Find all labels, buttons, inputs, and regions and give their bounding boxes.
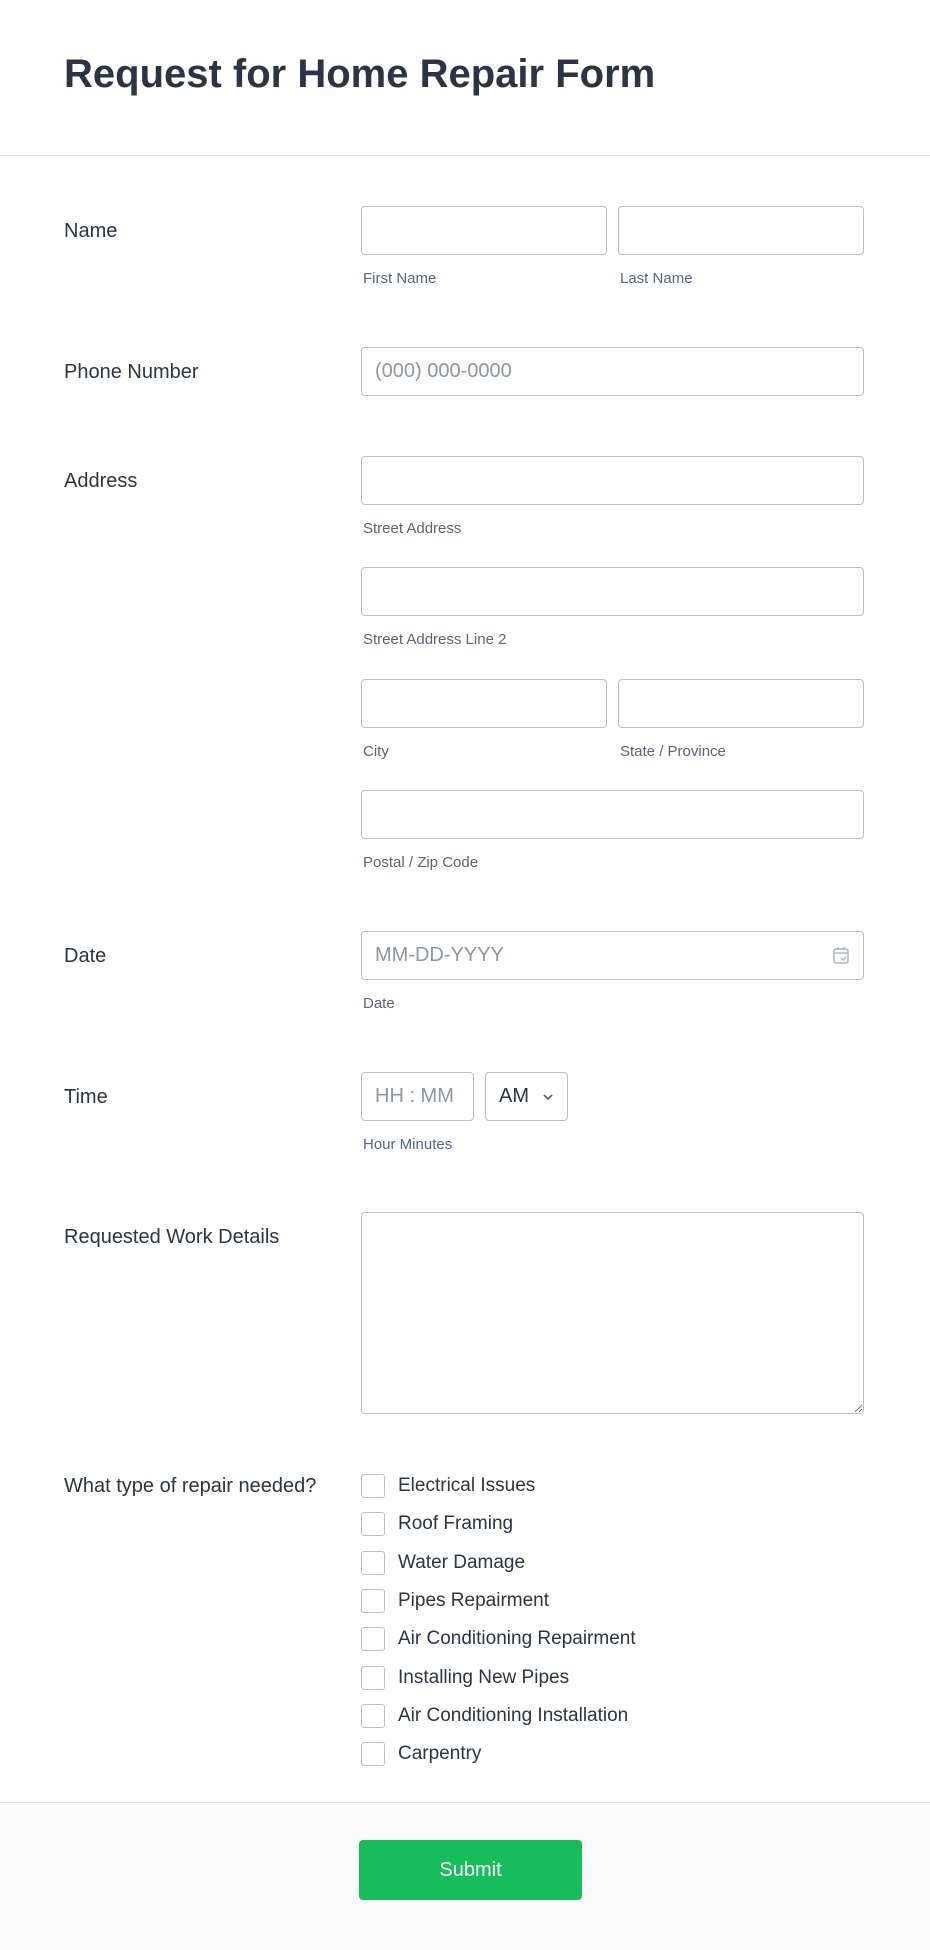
checkbox[interactable]	[361, 1627, 385, 1652]
city-sublabel: City	[363, 743, 389, 760]
street-address-sublabel: Street Address	[363, 520, 462, 537]
checkbox-label[interactable]: Air Conditioning Repairment	[398, 1628, 636, 1650]
repair-label: What type of repair needed?	[64, 1475, 317, 1497]
date-input[interactable]	[361, 931, 864, 980]
state-input[interactable]	[618, 679, 864, 728]
time-label: Time	[64, 1086, 108, 1108]
phone-label: Phone Number	[64, 361, 199, 383]
checkbox[interactable]	[361, 1474, 385, 1498]
street-address-line2-input[interactable]	[361, 567, 864, 616]
submit-button[interactable]: Submit	[359, 1840, 582, 1900]
checkbox[interactable]	[361, 1550, 385, 1575]
checkbox-label[interactable]: Pipes Repairment	[398, 1590, 549, 1612]
zip-sublabel: Postal / Zip Code	[363, 854, 479, 871]
checkbox-label[interactable]: Air Conditioning Installation	[398, 1705, 628, 1727]
first-name-sublabel: First Name	[363, 270, 437, 287]
checkbox-label[interactable]: Water Damage	[398, 1552, 525, 1574]
ampm-select[interactable]: AM	[485, 1072, 568, 1121]
checkbox[interactable]	[361, 1665, 385, 1690]
chevron-down-icon	[543, 1093, 553, 1100]
last-name-sublabel: Last Name	[620, 270, 693, 287]
page-title: Request for Home Repair Form	[64, 52, 656, 96]
checkbox[interactable]	[361, 1512, 385, 1537]
name-label: Name	[64, 220, 118, 242]
header-divider	[0, 155, 930, 156]
checkbox[interactable]	[361, 1588, 385, 1613]
checkbox[interactable]	[361, 1703, 385, 1728]
phone-input[interactable]	[361, 347, 864, 396]
footer-divider	[0, 1802, 930, 1803]
date-label: Date	[64, 945, 107, 967]
date-sublabel: Date	[363, 995, 395, 1012]
details-label: Requested Work Details	[64, 1226, 280, 1248]
city-input[interactable]	[361, 679, 607, 728]
details-textarea[interactable]	[361, 1212, 864, 1414]
checkbox-label[interactable]: Electrical Issues	[398, 1475, 535, 1497]
address-label: Address	[64, 470, 138, 492]
checkbox-label[interactable]: Installing New Pipes	[398, 1667, 569, 1689]
street-address-input[interactable]	[361, 456, 864, 505]
state-sublabel: State / Province	[620, 743, 726, 760]
first-name-input[interactable]	[361, 206, 607, 255]
checkbox-label[interactable]: Roof Framing	[398, 1513, 513, 1535]
time-sublabel: Hour Minutes	[363, 1136, 453, 1153]
last-name-input[interactable]	[618, 206, 864, 255]
checkbox[interactable]	[361, 1742, 385, 1767]
zip-input[interactable]	[361, 790, 864, 839]
checkbox-label[interactable]: Carpentry	[398, 1743, 481, 1765]
time-input[interactable]	[361, 1072, 474, 1121]
street-address-line2-sublabel: Street Address Line 2	[363, 631, 507, 648]
calendar-icon[interactable]	[832, 946, 850, 965]
ampm-value: AM	[499, 1085, 529, 1107]
